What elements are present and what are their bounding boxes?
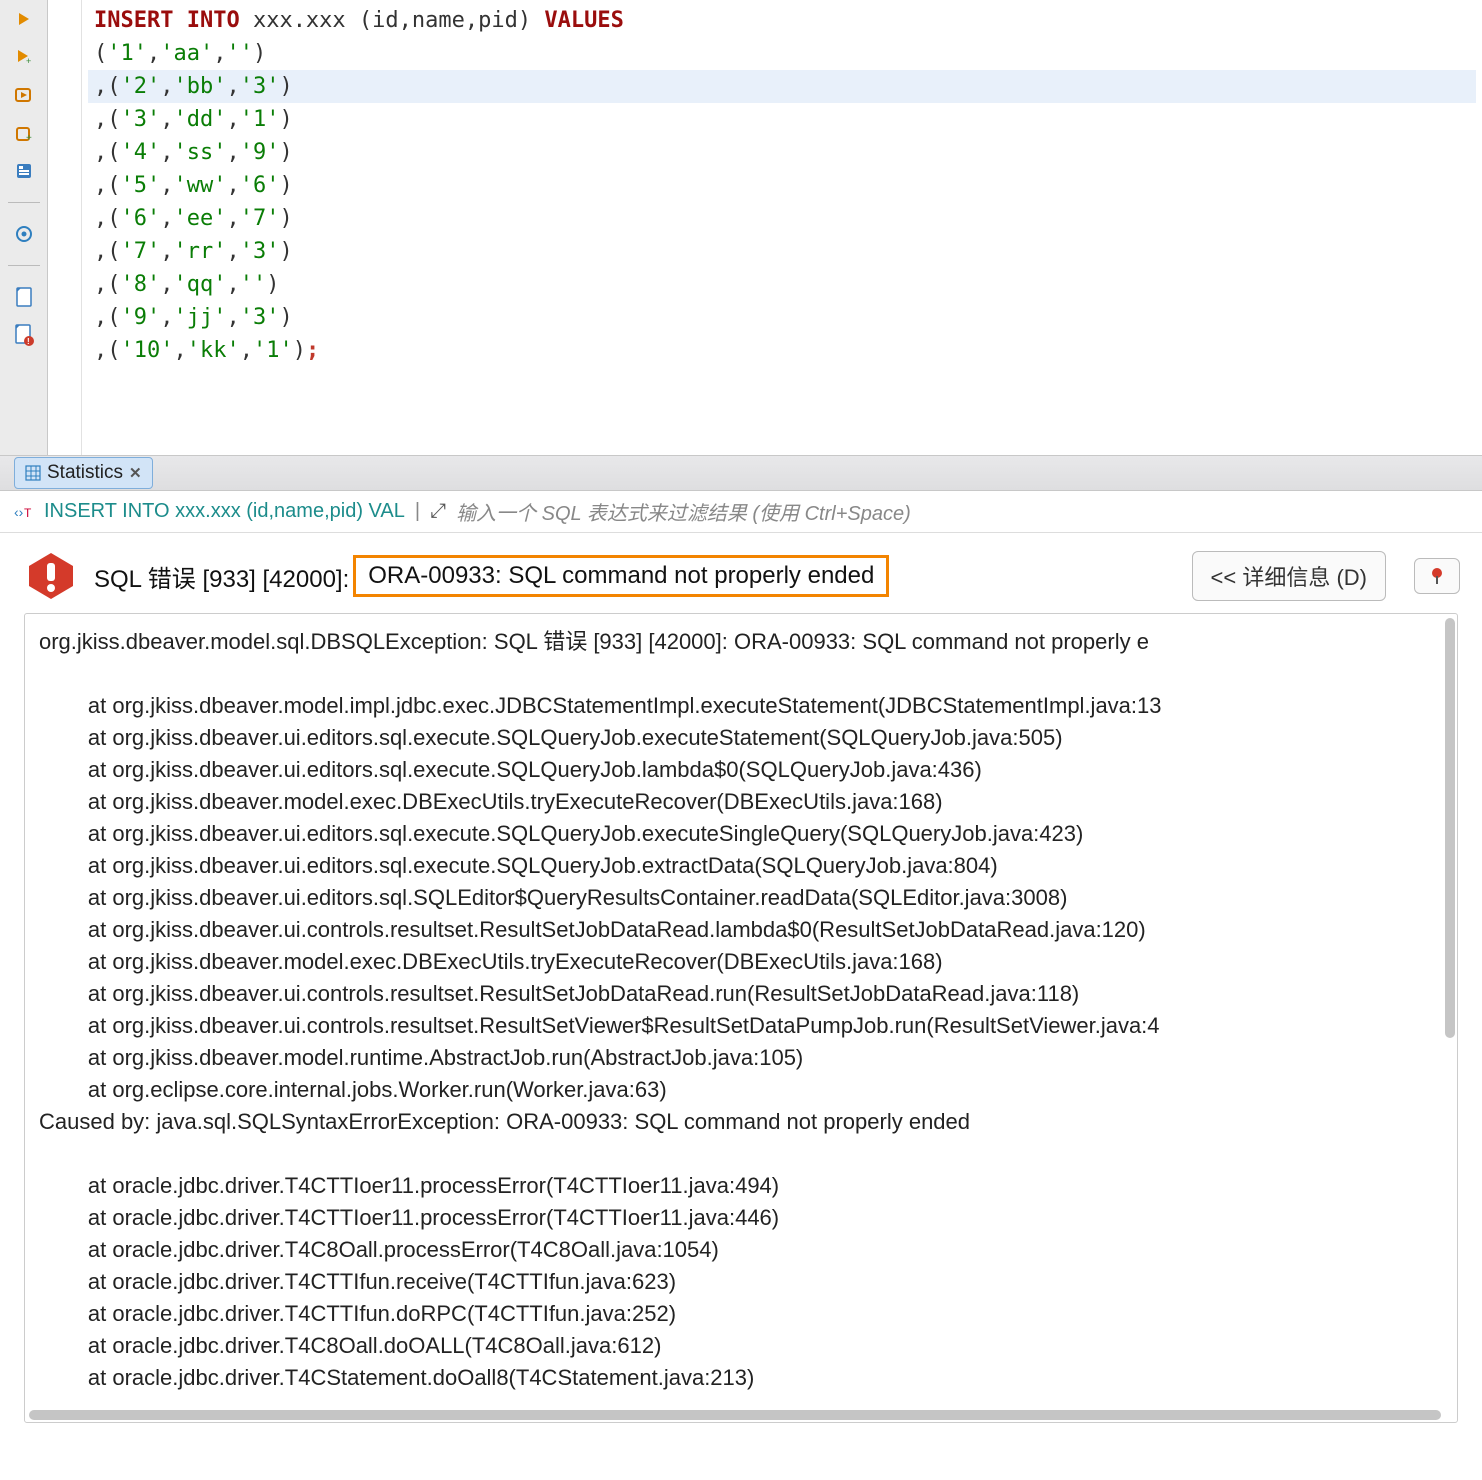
sql-editor[interactable]: INSERT INTO xxx.xxx (id,name,pid) VALUES… [48,0,1482,455]
left-toolbar: + + ! [0,0,48,455]
svg-text:!: ! [27,337,30,346]
execute-new-tab-icon[interactable] [11,82,37,108]
expand-icon[interactable]: ⤢ [430,500,446,523]
vertical-scrollbar[interactable] [1445,618,1455,1038]
tab-label: Statistics [47,462,123,484]
export-icon[interactable]: + [11,120,37,146]
grid-icon [25,465,41,481]
execute-script-icon[interactable]: + [11,44,37,70]
execute-icon[interactable] [11,6,37,32]
results-tabs-bar: Statistics ✕ [0,455,1482,491]
stack-trace-box: org.jkiss.dbeaver.model.sql.DBSQLExcepti… [24,613,1458,1423]
save-icon[interactable] [11,284,37,310]
filter-bar: ‹›T INSERT INTO xxx.xxx (id,name,pid) VA… [0,491,1482,533]
divider-icon: | [415,500,420,523]
error-message-highlight: ORA-00933: SQL command not properly ende… [353,555,889,597]
details-button[interactable]: << 详细信息 (D) [1192,551,1386,601]
explain-plan-icon[interactable] [11,158,37,184]
svg-text:+: + [26,56,31,66]
error-icon [26,551,76,601]
error-header: SQL 错误 [933] [42000]: ORA-00933: SQL com… [0,533,1482,613]
svg-text:T: T [24,506,32,520]
close-icon[interactable]: ✕ [129,464,142,482]
settings-icon[interactable] [11,221,37,247]
sql-text-icon: ‹›T [14,503,34,521]
tab-statistics[interactable]: Statistics ✕ [14,457,153,489]
error-prefix: SQL 错误 [933] [42000]: [94,559,349,594]
editor-gutter [48,0,82,455]
filter-placeholder[interactable]: 输入一个 SQL 表达式来过滤结果 (使用 Ctrl+Space) [456,497,911,526]
error-title-row: SQL 错误 [933] [42000]: ORA-00933: SQL com… [94,555,1174,597]
svg-text:‹›: ‹› [14,504,24,520]
horizontal-scrollbar[interactable] [29,1410,1441,1420]
sql-editor-content[interactable]: INSERT INTO xxx.xxx (id,name,pid) VALUES… [82,0,1482,455]
svg-text:+: + [26,133,32,143]
save-error-icon[interactable]: ! [11,322,37,348]
statement-preview: INSERT INTO xxx.xxx (id,name,pid) VAL [44,500,405,523]
stack-trace[interactable]: org.jkiss.dbeaver.model.sql.DBSQLExcepti… [25,614,1457,1422]
pin-button[interactable] [1414,558,1460,594]
